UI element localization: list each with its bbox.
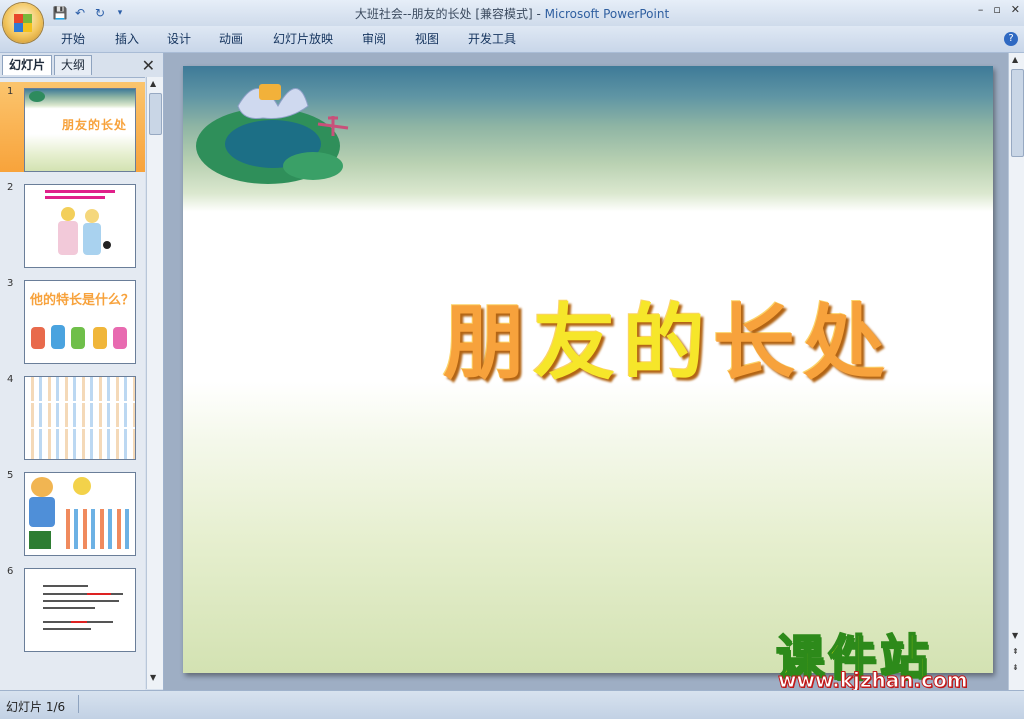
title-char: 处 [803,295,894,391]
watermark: 课件站 www.kjzhan.com [770,618,1010,694]
thumbnail-list: 1 朋友的长处 2 3 他的特长是什么？ 4 5 6 [0,77,145,690]
kid-illustration [31,327,45,349]
text-line [87,593,111,595]
text-line [43,607,95,609]
tab-review[interactable]: 审阅 [362,30,386,47]
document-title: 大班社会--朋友的长处 [兼容模式] [354,7,533,21]
tab-slides[interactable]: 幻灯片 [2,55,53,75]
close-button[interactable]: ✕ [1011,3,1020,16]
slide-thumbnail[interactable] [24,376,136,460]
text-line [43,600,119,602]
boy-body [83,223,101,255]
ball-icon [103,241,111,249]
window-title: 大班社会--朋友的长处 [兼容模式] - Microsoft PowerPoin… [354,7,670,21]
slide-thumbnail[interactable]: 他的特长是什么？ [24,280,136,364]
kid-illustration [31,477,53,497]
text-line [43,628,91,630]
kid-illustration [113,327,127,349]
thumbnail-row[interactable]: 3 他的特长是什么？ [0,274,145,364]
slide-number: 1 [7,86,14,97]
thumbnail-title: 朋友的长处 [62,118,128,132]
title-char: 朋 [443,295,534,391]
thumbnail-row[interactable]: 6 [0,562,145,652]
scroll-up-icon[interactable]: ▲ [150,79,156,88]
next-slide-icon[interactable]: ⇟ [1012,663,1019,672]
office-logo-icon [14,14,32,32]
scroll-down-icon[interactable]: ▼ [1012,631,1018,640]
slide-number: 6 [7,566,14,577]
text-line [45,196,105,199]
kid-illustration [71,327,85,349]
tab-slideshow[interactable]: 幻灯片放映 [273,30,333,47]
window-controls: – ▫ ✕ [978,3,1020,16]
slides-panel: 幻灯片 大纲 ✕ 1 朋友的长处 2 3 他的特长是什么？ 4 5 6 ▲ ▼ [0,53,164,690]
restore-button[interactable]: ▫ [993,3,1000,16]
kid-body [29,497,55,527]
scroll-down-icon[interactable]: ▼ [150,673,156,682]
panel-scrollbar[interactable]: ▲ ▼ [146,77,163,689]
thumbnail-row[interactable]: 2 [0,178,145,268]
scroll-up-icon[interactable]: ▲ [1012,55,1018,64]
row-gap [25,401,135,403]
tab-view[interactable]: 视图 [415,30,439,47]
minimize-button[interactable]: – [978,3,984,16]
title-char: 的 [623,295,714,391]
slide-title[interactable]: 朋友的长处 [443,276,983,395]
slide-number: 2 [7,182,14,193]
text-line [45,190,115,193]
row-gap [25,427,135,429]
chalkboard-icon [29,531,51,549]
close-icon[interactable]: ✕ [142,56,155,75]
slide-thumbnail[interactable] [24,472,136,556]
text-line [43,585,88,587]
slide-number: 4 [7,374,14,385]
kid-illustration [51,325,65,349]
tab-animations[interactable]: 动画 [219,30,243,47]
office-button[interactable] [3,3,43,43]
canvas-scrollbar[interactable]: ▲ ▼ ⇞ ⇟ [1008,53,1024,690]
panel-tabs: 幻灯片 大纲 ✕ [2,55,161,75]
thumbnail-row[interactable]: 4 [0,370,145,460]
lotus-center [259,84,281,100]
slide-number: 5 [7,470,14,481]
scroll-thumb[interactable] [1011,69,1024,157]
help-icon[interactable]: ? [1004,32,1018,46]
scroll-thumb[interactable] [149,93,162,135]
watermark-url: www.kjzhan.com [778,668,969,693]
app-name: Microsoft PowerPoint [544,7,670,21]
status-divider [78,695,79,713]
slide-number: 3 [7,278,14,289]
kid-illustration [93,327,107,349]
slide-thumbnail[interactable]: 朋友的长处 [24,88,136,172]
title-char: 长 [713,295,804,391]
tab-design[interactable]: 设计 [167,30,191,47]
boy-illustration [85,209,99,223]
tab-insert[interactable]: 插入 [115,30,139,47]
title-char: 友 [533,295,624,391]
status-bar: 幻灯片 1/6 [0,690,1024,719]
text-line [43,593,123,595]
thumbnail-row[interactable]: 5 [0,466,145,556]
tab-home[interactable]: 开始 [61,30,85,47]
kid-illustration [73,477,91,495]
previous-slide-icon[interactable]: ⇞ [1012,647,1019,656]
girl-illustration [61,207,75,221]
ribbon-tabs: 开始 插入 设计 动画 幻灯片放映 审阅 视图 开发工具 ? [0,26,1024,53]
thumbnail-row[interactable]: 1 朋友的长处 [0,82,145,172]
lily-pad-icon [283,152,343,180]
slide-indicator: 幻灯片 1/6 [6,700,66,714]
thumbnail-title: 他的特长是什么？ [30,293,135,308]
title-bar: 💾 ↶ ↻ ▾ 大班社会--朋友的长处 [兼容模式] - Microsoft P… [0,0,1024,26]
tab-outline[interactable]: 大纲 [54,55,93,75]
text-line [71,621,87,623]
current-slide[interactable]: 朋友的长处 [183,66,993,673]
kids-group [61,509,133,549]
tab-developer[interactable]: 开发工具 [468,30,516,47]
slide-canvas: 朋友的长处 [164,53,1008,690]
girl-body [58,221,78,255]
slide-thumbnail[interactable] [24,184,136,268]
lotus-icon [29,91,45,102]
slide-thumbnail[interactable] [24,568,136,652]
